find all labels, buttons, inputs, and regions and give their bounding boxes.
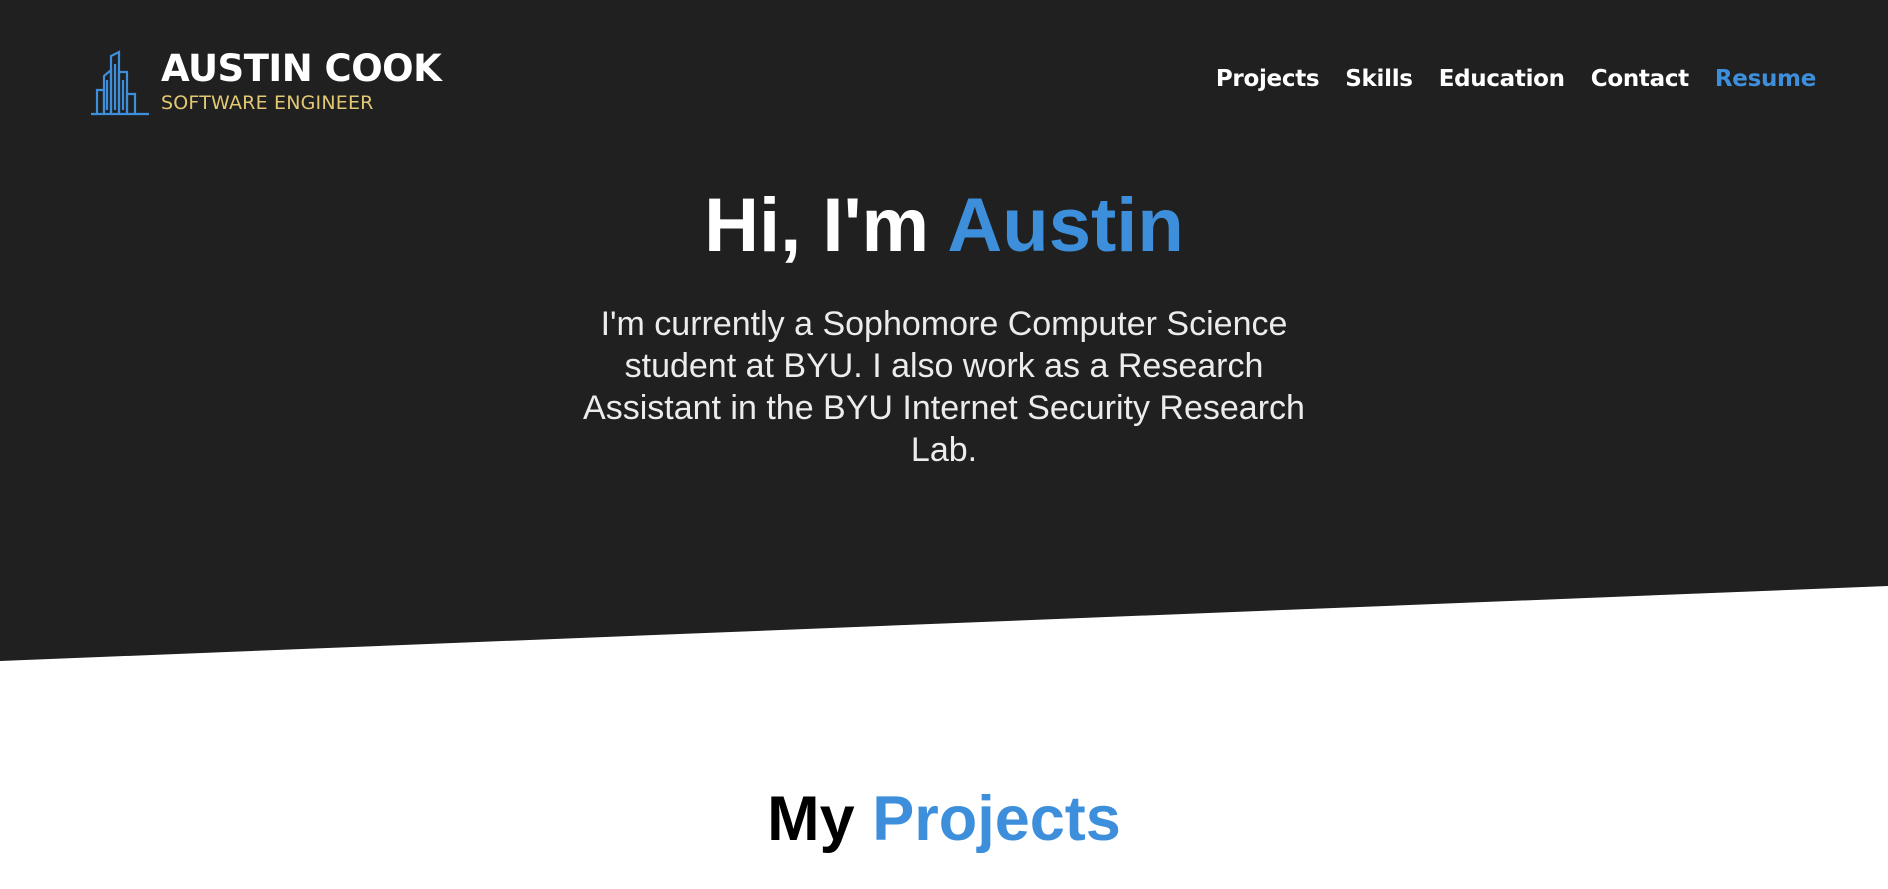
logo-name: AUSTIN COOK [161, 47, 442, 90]
hero-name: Austin [947, 183, 1184, 268]
projects-title-highlight: Projects [872, 784, 1121, 854]
logo-link[interactable]: AUSTIN COOK SOFTWARE ENGINEER [89, 48, 442, 118]
hero-greeting: Hi, I'm [704, 183, 948, 268]
nav-link-education[interactable]: Education [1439, 62, 1565, 96]
projects-title-prefix: My [767, 784, 873, 854]
projects-section-title: My Projects [0, 780, 1888, 858]
city-skyline-icon [91, 50, 149, 116]
nav-link-projects[interactable]: Projects [1216, 62, 1320, 96]
logo-subtitle: SOFTWARE ENGINEER [161, 92, 374, 114]
logo-text: AUSTIN COOK SOFTWARE ENGINEER [161, 47, 442, 115]
site-header: AUSTIN COOK SOFTWARE ENGINEER Projects S… [0, 0, 1888, 150]
hero-description: I'm currently a Sophomore Computer Scien… [583, 305, 1305, 469]
nav-link-contact[interactable]: Contact [1591, 62, 1689, 96]
hero-title: Hi, I'm Austin [0, 183, 1888, 269]
nav-link-skills[interactable]: Skills [1345, 62, 1413, 96]
nav-link-resume[interactable]: Resume [1715, 62, 1816, 96]
main-nav: Projects Skills Education Contact Resume [1190, 62, 1816, 96]
